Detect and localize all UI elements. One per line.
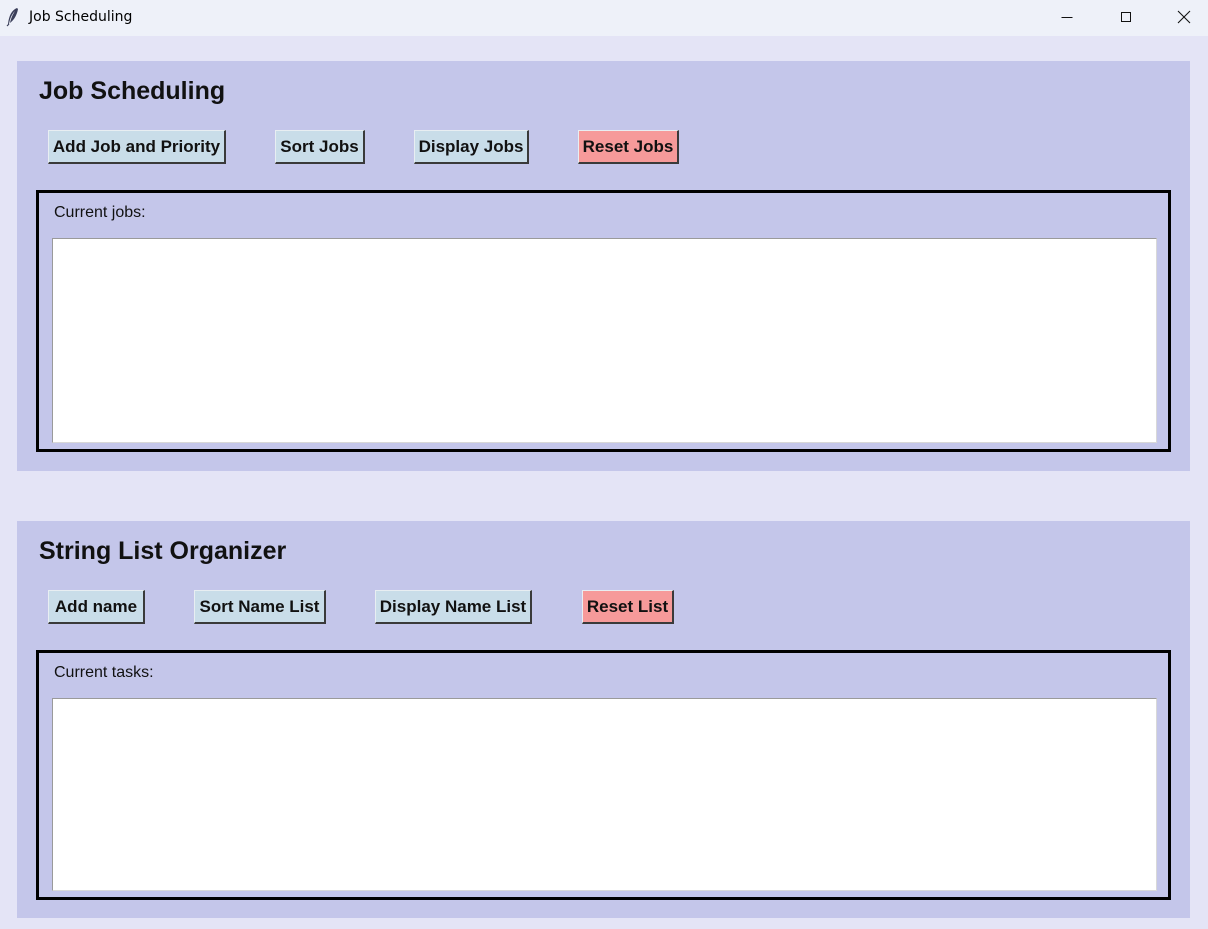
current-tasks-label: Current tasks: [54, 664, 154, 681]
reset-jobs-button[interactable]: Reset Jobs [578, 130, 679, 164]
current-tasks-frame: Current tasks: [36, 650, 1171, 900]
display-jobs-button[interactable]: Display Jobs [414, 130, 529, 164]
close-button[interactable] [1155, 0, 1208, 34]
current-tasks-textarea[interactable] [52, 698, 1157, 891]
close-icon [1177, 10, 1191, 24]
add-job-button[interactable]: Add Job and Priority [48, 130, 226, 164]
current-jobs-frame: Current jobs: [36, 190, 1171, 452]
reset-list-button[interactable]: Reset List [582, 590, 674, 624]
maximize-button[interactable] [1097, 0, 1155, 34]
title-bar: Job Scheduling [0, 0, 1208, 36]
string-list-panel: String List Organizer Add name Sort Name… [17, 521, 1190, 918]
sort-jobs-button[interactable]: Sort Jobs [275, 130, 365, 164]
current-jobs-label: Current jobs: [54, 204, 146, 221]
job-scheduling-panel: Job Scheduling Add Job and Priority Sort… [17, 61, 1190, 471]
string-list-title: String List Organizer [39, 537, 287, 565]
add-name-button[interactable]: Add name [48, 590, 145, 624]
sort-name-list-button[interactable]: Sort Name List [194, 590, 326, 624]
feather-icon [6, 8, 18, 27]
job-scheduling-title: Job Scheduling [39, 77, 226, 105]
minimize-button[interactable] [1038, 0, 1096, 34]
current-jobs-textarea[interactable] [52, 238, 1157, 443]
display-name-list-button[interactable]: Display Name List [375, 590, 532, 624]
window-title: Job Scheduling [29, 9, 133, 25]
minimize-icon [1061, 17, 1073, 18]
maximize-icon [1121, 12, 1131, 22]
